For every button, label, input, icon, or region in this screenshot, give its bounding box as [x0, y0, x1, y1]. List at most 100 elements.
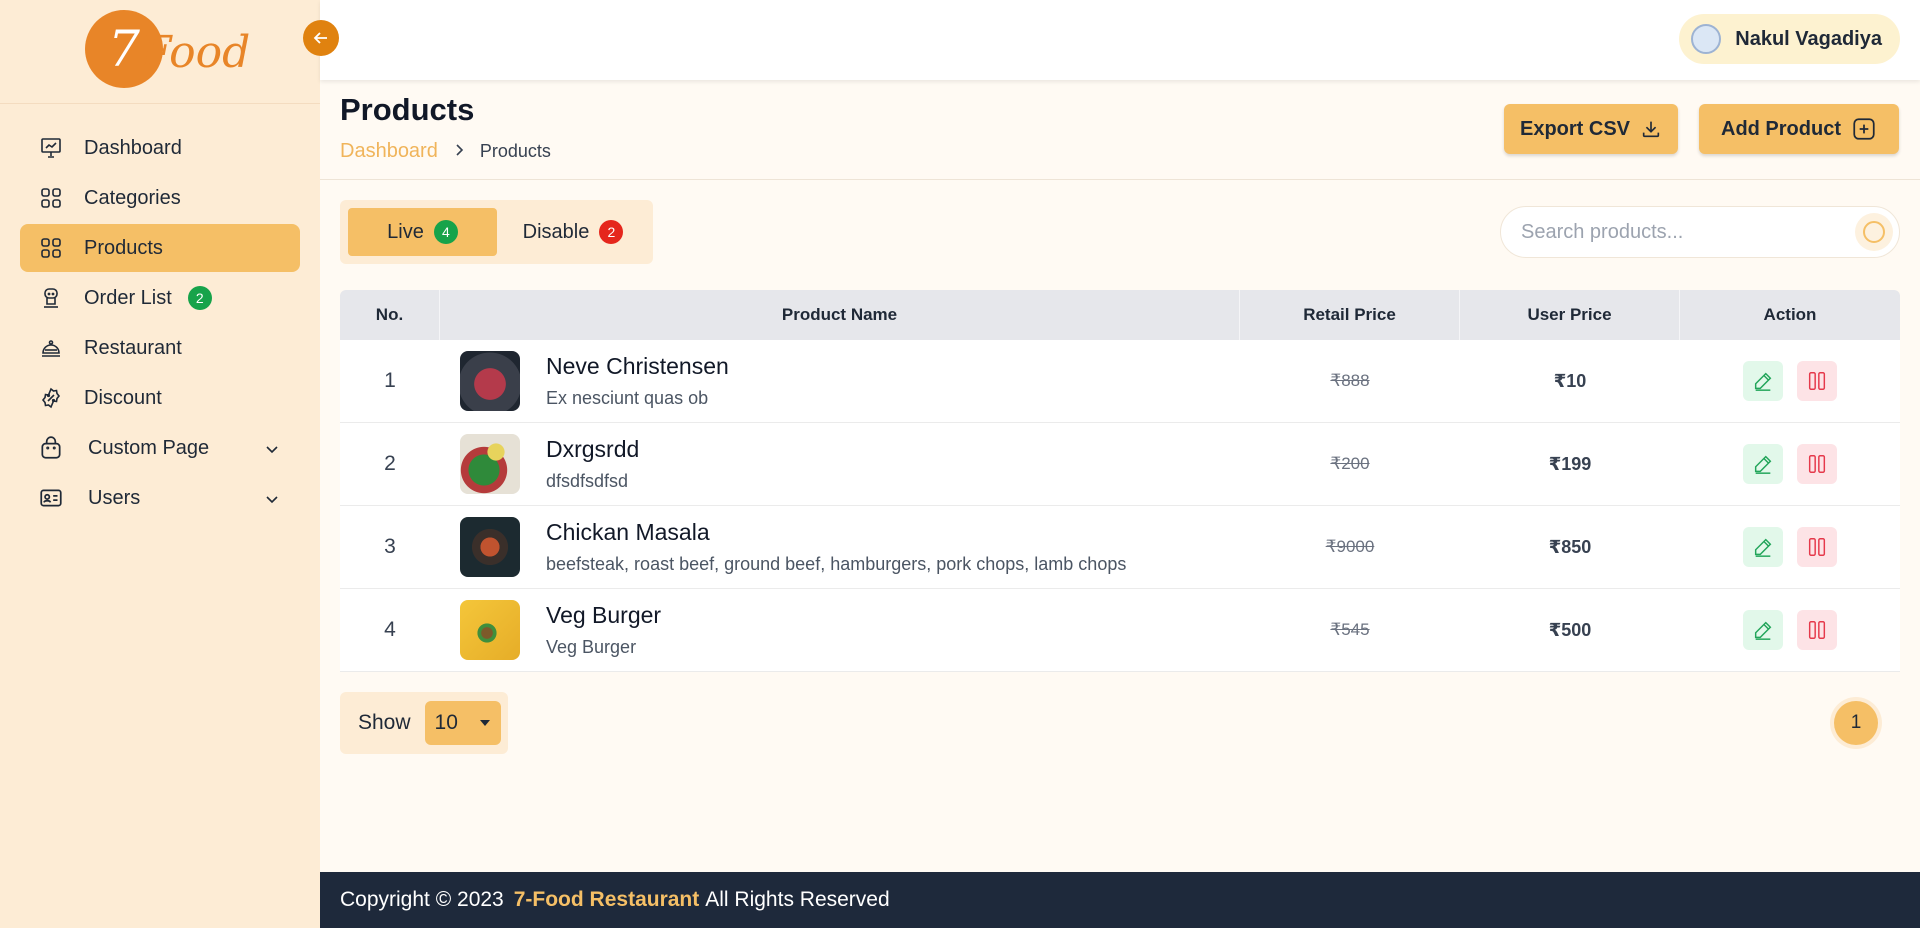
column-header: No.: [340, 290, 440, 340]
pencil-icon: [1754, 621, 1772, 640]
pause-columns-icon: [1808, 372, 1826, 390]
product-thumbnail: [460, 517, 520, 577]
avatar: [1691, 24, 1722, 54]
retail-price: ₹545: [1330, 620, 1370, 639]
edit-button[interactable]: [1743, 444, 1783, 484]
disable-count-badge: 2: [599, 220, 624, 244]
tab-label: Live: [387, 220, 424, 243]
sidebar-item-dashboard[interactable]: Dashboard: [20, 124, 300, 172]
pause-columns-icon: [1808, 621, 1826, 639]
order-count-badge: 2: [187, 286, 212, 310]
products-table: No. Product Name Retail Price User Price…: [340, 290, 1900, 672]
header-divider: [320, 179, 1920, 180]
page-size-value: 10: [434, 711, 458, 734]
row-number: 3: [384, 535, 396, 558]
sidebar-item-products[interactable]: Products: [20, 224, 300, 272]
column-header: User Price: [1460, 290, 1680, 340]
retail-price: ₹888: [1330, 371, 1370, 390]
edit-button[interactable]: [1743, 610, 1783, 650]
show-label: Show: [358, 711, 411, 734]
user-price: ₹199: [1548, 453, 1592, 474]
sidebar-item-label: Categories: [84, 186, 181, 209]
status-tabs: Live 4 Disable 2: [340, 200, 653, 264]
disable-button[interactable]: [1797, 361, 1837, 401]
sidebar-item-label: Order List: [84, 286, 172, 309]
product-name: Chickan Masala: [546, 519, 710, 545]
sidebar-item-label: Users: [88, 486, 141, 509]
product-name: Dxrgsrdd: [546, 436, 640, 462]
tab-live[interactable]: Live 4: [348, 208, 497, 256]
footer-brand-link[interactable]: 7-Food Restaurant: [514, 888, 700, 912]
sidebar-item-label: Custom Page: [88, 436, 210, 459]
product-description: Ex nesciunt quas ob: [546, 388, 709, 408]
chevron-right-icon: [452, 141, 466, 162]
search-input[interactable]: [1521, 220, 1841, 244]
sidebar-item-order-list[interactable]: Order List 2: [20, 274, 300, 322]
product-description: beefsteak, roast beef, ground beef, hamb…: [546, 554, 1127, 574]
tab-label: Disable: [522, 220, 590, 243]
add-product-label: Add Product: [1721, 117, 1841, 140]
top-bar: Nakul Vagadiya: [320, 0, 1920, 80]
grid-icon: [38, 185, 64, 211]
edit-button[interactable]: [1743, 361, 1783, 401]
sidebar-item-label: Dashboard: [84, 136, 182, 159]
add-product-button[interactable]: Add Product: [1699, 104, 1899, 154]
product-description: dfsdfsdfsd: [546, 471, 629, 491]
product-cell: Dxrgsrdd dfsdfsdfsd: [440, 423, 1240, 505]
collapse-sidebar-button[interactable]: [303, 20, 339, 56]
bag-icon: [38, 435, 64, 461]
sidebar: 7 Food Dashboard Categories Products Ord…: [0, 0, 320, 928]
presentation-chart-icon: [38, 135, 64, 161]
caret-down-icon: [479, 720, 490, 726]
breadcrumb-dashboard-link[interactable]: Dashboard: [340, 140, 438, 163]
table-row: 3 Chickan Masala beefsteak, roast beef, …: [340, 506, 1900, 589]
sidebar-item-users[interactable]: Users: [20, 474, 300, 522]
user-menu[interactable]: Nakul Vagadiya: [1679, 14, 1900, 64]
sidebar-nav: Dashboard Categories Products Order List…: [0, 104, 320, 544]
row-actions: [1680, 506, 1900, 588]
product-name: Veg Burger: [546, 602, 662, 628]
table-row: 1 Neve Christensen Ex nesciunt quas ob ₹…: [340, 340, 1900, 423]
discount-badge-icon: [38, 385, 64, 411]
pencil-icon: [1754, 372, 1772, 391]
brand-logo[interactable]: 7 Food: [85, 10, 250, 88]
sidebar-item-categories[interactable]: Categories: [20, 174, 300, 222]
column-header: Retail Price: [1240, 290, 1460, 340]
row-actions: [1680, 340, 1900, 422]
sidebar-item-custom-page[interactable]: Custom Page: [20, 424, 300, 472]
page-size-select[interactable]: 10: [424, 701, 501, 745]
product-cell: Veg Burger Veg Burger: [440, 589, 1240, 671]
sidebar-item-discount[interactable]: Discount: [20, 374, 300, 422]
row-actions: [1680, 589, 1900, 671]
logo-text: Food: [141, 26, 251, 78]
search-button[interactable]: [1855, 213, 1893, 251]
sidebar-item-restaurant[interactable]: Restaurant: [20, 324, 300, 372]
cloche-icon: [38, 335, 64, 361]
sidebar-item-label: Discount: [84, 386, 162, 409]
product-thumbnail: [460, 351, 520, 411]
edit-button[interactable]: [1743, 527, 1783, 567]
row-number: 2: [384, 452, 396, 475]
copyright-text: Copyright © 2023: [340, 888, 504, 911]
row-number: 1: [384, 369, 396, 392]
disable-button[interactable]: [1797, 527, 1837, 567]
download-icon: [1642, 121, 1660, 138]
footer: Copyright © 2023 7-Food Restaurant All R…: [320, 872, 1920, 928]
pagination-page-button[interactable]: 1: [1834, 701, 1878, 745]
product-description: Veg Burger: [546, 637, 637, 657]
retail-price: ₹9000: [1325, 537, 1375, 556]
sidebar-item-label: Products: [84, 236, 163, 259]
disable-button[interactable]: [1797, 610, 1837, 650]
row-actions: [1680, 423, 1900, 505]
rights-text: All Rights Reserved: [705, 888, 890, 911]
user-price: ₹10: [1553, 370, 1587, 391]
disable-button[interactable]: [1797, 444, 1837, 484]
tab-disable[interactable]: Disable 2: [503, 208, 643, 256]
search-icon: [1863, 221, 1885, 243]
export-csv-button[interactable]: Export CSV: [1504, 104, 1678, 154]
product-thumbnail: [460, 434, 520, 494]
arrow-left-icon: [313, 32, 327, 44]
retail-price: ₹200: [1330, 454, 1370, 473]
chevron-down-icon: [264, 440, 280, 463]
id-card-icon: [38, 485, 64, 511]
